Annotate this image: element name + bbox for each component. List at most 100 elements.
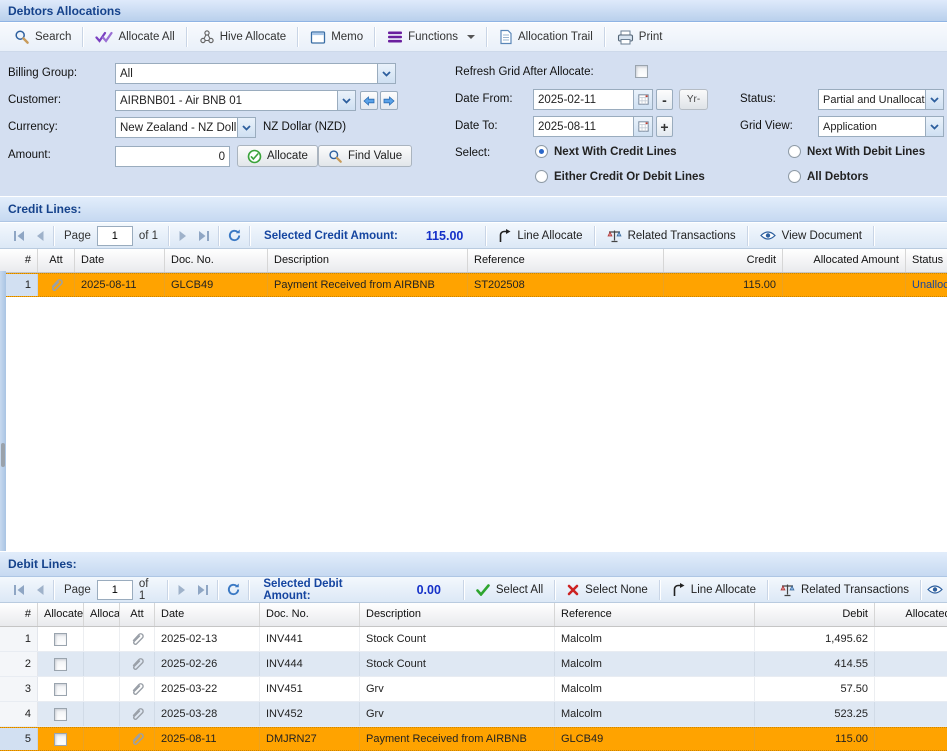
refresh-icon[interactable]	[226, 582, 241, 597]
attachment-icon[interactable]	[130, 656, 145, 672]
allocate-checkbox[interactable]	[54, 658, 67, 671]
column-header[interactable]: Att	[38, 249, 75, 272]
column-header[interactable]: Description	[360, 603, 555, 626]
first-page-button[interactable]	[12, 584, 26, 596]
radio-all-debtors[interactable]: All Debtors	[788, 170, 868, 183]
cell-date: 2025-03-28	[155, 702, 260, 726]
chevron-down-icon[interactable]	[925, 90, 943, 109]
credit-line-allocate-button[interactable]: Line Allocate	[490, 227, 590, 245]
attachment-icon[interactable]	[130, 631, 145, 647]
line-allocate-label: Line Allocate	[517, 230, 582, 242]
last-page-button[interactable]	[197, 230, 211, 242]
column-header[interactable]: Description	[268, 249, 468, 272]
cell-desc: Payment Received from AIRBNB	[268, 274, 468, 296]
table-row[interactable]: 1 2025-08-11GLCB49Payment Received from …	[0, 273, 947, 297]
print-button[interactable]: Print	[609, 27, 671, 48]
grid-view-value: Application	[819, 121, 925, 133]
last-page-button[interactable]	[196, 584, 210, 596]
column-header[interactable]: Allocated Amount	[783, 249, 906, 272]
column-header[interactable]: Date	[75, 249, 165, 272]
eye-icon[interactable]	[927, 584, 943, 595]
splitter-handle[interactable]	[1, 443, 5, 467]
column-header[interactable]: Status	[906, 249, 947, 272]
column-header[interactable]: #	[0, 249, 38, 272]
chevron-down-icon[interactable]	[337, 91, 355, 110]
date-from-input[interactable]: 2025-02-11	[533, 89, 653, 110]
memo-button[interactable]: Memo	[302, 27, 371, 48]
chevron-down-icon[interactable]	[377, 64, 395, 83]
allocate-all-button[interactable]: Allocate All	[87, 27, 182, 47]
billing-group-value: All	[116, 68, 377, 80]
column-header[interactable]: Doc. No.	[165, 249, 268, 272]
view-document-button[interactable]: View Document	[752, 228, 870, 244]
table-row[interactable]: 4 2025-03-28INV452GrvMalcolm523.25	[0, 702, 947, 727]
allocation-trail-button[interactable]: Allocation Trail	[491, 26, 601, 48]
next-customer-button[interactable]	[380, 91, 398, 110]
attachment-icon[interactable]	[130, 706, 145, 722]
next-page-button[interactable]	[177, 230, 189, 242]
radio-next-with-debit-lines[interactable]: Next With Debit Lines	[788, 145, 925, 158]
previous-page-button[interactable]	[34, 584, 46, 596]
allocate-checkbox[interactable]	[54, 633, 67, 646]
calendar-icon[interactable]	[633, 117, 652, 136]
previous-page-button[interactable]	[34, 230, 46, 242]
attachment-icon[interactable]	[130, 731, 145, 747]
year-back-button[interactable]: Yr-	[679, 89, 708, 110]
radio-next-with-credit-lines[interactable]: Next With Credit Lines	[535, 145, 677, 158]
debit-page-input[interactable]	[97, 580, 133, 600]
collapsed-splitter[interactable]	[0, 271, 6, 551]
next-page-button[interactable]	[176, 584, 188, 596]
credit-related-transactions-button[interactable]: Related Transactions	[599, 227, 744, 245]
date-to-input[interactable]: 2025-08-11	[533, 116, 653, 137]
first-page-button[interactable]	[12, 230, 26, 242]
table-row[interactable]: 1 2025-02-13INV441Stock CountMalcolm1,49…	[0, 627, 947, 652]
chevron-down-icon[interactable]	[237, 118, 255, 137]
table-row[interactable]: 2 2025-02-26INV444Stock CountMalcolm414.…	[0, 652, 947, 677]
chevron-down-icon[interactable]	[925, 117, 943, 136]
status-select[interactable]: Partial and Unallocated	[818, 89, 944, 110]
search-button[interactable]: Search	[6, 26, 79, 48]
grid-view-select[interactable]: Application	[818, 116, 944, 137]
column-header[interactable]: Allocat	[84, 603, 120, 626]
select-all-button[interactable]: Select All	[468, 582, 551, 598]
column-header[interactable]: #	[0, 603, 38, 626]
column-header[interactable]: Credit	[664, 249, 783, 272]
column-header[interactable]: Allocate	[38, 603, 84, 626]
column-header[interactable]: Doc. No.	[260, 603, 360, 626]
currency-select[interactable]: New Zealand - NZ Doll	[115, 117, 256, 138]
select-none-button[interactable]: Select None	[559, 582, 656, 598]
refresh-icon[interactable]	[227, 228, 242, 243]
column-header[interactable]: Reference	[468, 249, 664, 272]
selected-credit-amount-value: 115.00	[426, 229, 464, 243]
arrow-left-icon	[363, 96, 375, 106]
functions-button[interactable]: Functions	[379, 27, 483, 47]
debit-related-transactions-button[interactable]: Related Transactions	[772, 581, 917, 599]
billing-group-select[interactable]: All	[115, 63, 396, 84]
chevron-down-icon	[467, 35, 475, 39]
refresh-grid-checkbox[interactable]	[635, 65, 648, 78]
debit-line-allocate-button[interactable]: Line Allocate	[664, 581, 764, 599]
allocate-button[interactable]: Allocate	[237, 145, 318, 167]
table-row[interactable]: 3 2025-03-22INV451GrvMalcolm57.50	[0, 677, 947, 702]
radio-either-credit-or-debit[interactable]: Either Credit Or Debit Lines	[535, 170, 705, 183]
customer-select[interactable]: AIRBNB01 - Air BNB 01	[115, 90, 356, 111]
column-header[interactable]: Date	[155, 603, 260, 626]
credit-page-input[interactable]	[97, 226, 133, 246]
column-header[interactable]: Att	[120, 603, 155, 626]
table-row[interactable]: 5 2025-08-11DMJRN27Payment Received from…	[0, 727, 947, 751]
allocate-checkbox[interactable]	[54, 708, 67, 721]
column-header[interactable]: Allocated Amount	[875, 603, 947, 626]
previous-customer-button[interactable]	[360, 91, 378, 110]
date-to-plus-button[interactable]: +	[656, 116, 673, 137]
column-header[interactable]: Debit	[755, 603, 875, 626]
date-from-minus-button[interactable]: -	[656, 89, 673, 110]
allocate-checkbox[interactable]	[54, 733, 67, 746]
find-value-button[interactable]: Find Value	[318, 145, 412, 167]
amount-input[interactable]: 0	[115, 146, 230, 167]
attachment-icon[interactable]	[49, 277, 64, 293]
calendar-icon[interactable]	[633, 90, 652, 109]
allocate-checkbox[interactable]	[54, 683, 67, 696]
column-header[interactable]: Reference	[555, 603, 755, 626]
attachment-icon[interactable]	[130, 681, 145, 697]
hive-allocate-button[interactable]: Hive Allocate	[191, 26, 294, 48]
